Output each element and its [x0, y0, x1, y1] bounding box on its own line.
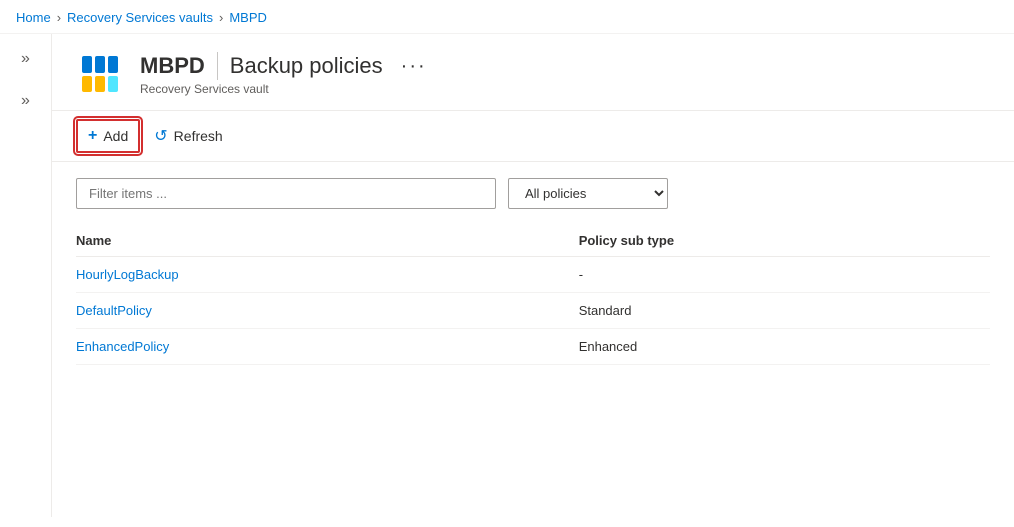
refresh-button[interactable]: ↺ Refresh: [144, 120, 232, 152]
content-area: MBPD Backup policies ··· Recovery Servic…: [52, 34, 1014, 517]
sidebar-collapse-top[interactable]: »: [17, 46, 34, 72]
filter-input[interactable]: [76, 178, 496, 209]
filter-row: All policies: [76, 178, 990, 209]
breadcrumb-current: MBPD: [229, 10, 267, 25]
table-row: DefaultPolicy Standard: [76, 293, 990, 329]
ellipsis-button[interactable]: ···: [395, 53, 433, 80]
icon-cell-2: [95, 56, 105, 73]
policy-name-link-1[interactable]: DefaultPolicy: [76, 303, 152, 318]
icon-cell-5: [95, 76, 105, 93]
add-button[interactable]: + Add: [76, 119, 140, 153]
policy-name-link-2[interactable]: EnhancedPolicy: [76, 339, 169, 354]
refresh-label: Refresh: [174, 128, 223, 144]
table-header-row: Name Policy sub type: [76, 225, 990, 257]
plus-icon: +: [88, 127, 97, 145]
policy-name-cell: DefaultPolicy: [76, 293, 579, 329]
add-label: Add: [103, 128, 128, 144]
table-header: Name Policy sub type: [76, 225, 990, 257]
policy-name-cell: HourlyLogBackup: [76, 257, 579, 293]
policy-subtype-cell: -: [579, 257, 990, 293]
page-title: Backup policies: [230, 53, 383, 79]
sidebar-collapse-bottom[interactable]: »: [17, 88, 34, 114]
table-body: HourlyLogBackup-DefaultPolicyStandardEnh…: [76, 257, 990, 365]
table-row: EnhancedPolicy Enhanced: [76, 329, 990, 365]
header-main-title: MBPD Backup policies ···: [140, 52, 433, 80]
title-divider: [217, 52, 218, 80]
col-name-header: Name: [76, 225, 579, 257]
col-subtype-header: Policy sub type: [579, 225, 990, 257]
policy-table: Name Policy sub type HourlyLogBackup-Def…: [76, 225, 990, 365]
breadcrumb-sep-2: ›: [219, 10, 223, 25]
vault-subtitle: Recovery Services vault: [140, 82, 433, 96]
vault-icon: [76, 50, 124, 98]
breadcrumb-home[interactable]: Home: [16, 10, 51, 25]
list-area: All policies Name Policy sub type Hourly…: [52, 162, 1014, 517]
main-layout: » » MBPD Backup policies ···: [0, 34, 1014, 517]
header-title-block: MBPD Backup policies ··· Recovery Servic…: [140, 52, 433, 96]
policy-subtype-cell: Enhanced: [579, 329, 990, 365]
icon-cell-3: [108, 56, 118, 73]
policy-type-dropdown[interactable]: All policies: [508, 178, 668, 209]
icon-cell-6: [108, 76, 118, 93]
toolbar: + Add ↺ Refresh: [52, 111, 1014, 162]
policy-name-cell: EnhancedPolicy: [76, 329, 579, 365]
table-row: HourlyLogBackup -: [76, 257, 990, 293]
breadcrumb-sep-1: ›: [57, 10, 61, 25]
page-header: MBPD Backup policies ··· Recovery Servic…: [52, 34, 1014, 111]
breadcrumb: Home › Recovery Services vaults › MBPD: [0, 0, 1014, 34]
policy-subtype-cell: Standard: [579, 293, 990, 329]
icon-cell-1: [82, 56, 92, 73]
sidebar: » »: [0, 34, 52, 517]
breadcrumb-vaults[interactable]: Recovery Services vaults: [67, 10, 213, 25]
vault-name: MBPD: [140, 53, 205, 79]
policy-name-link-0[interactable]: HourlyLogBackup: [76, 267, 179, 282]
icon-cell-4: [82, 76, 92, 93]
refresh-icon: ↺: [154, 126, 167, 146]
